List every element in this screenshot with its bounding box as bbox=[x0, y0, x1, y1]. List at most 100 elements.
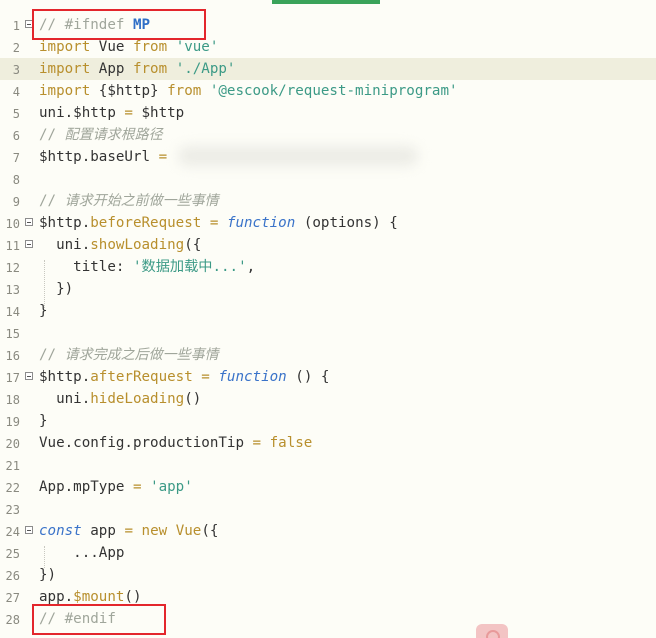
code-token: ({ bbox=[184, 237, 202, 253]
code-token: // bbox=[39, 127, 65, 143]
code-text: App.mpType = 'app' bbox=[39, 476, 193, 498]
code-text: }) bbox=[39, 564, 56, 586]
code-token: 配置请求根路径 bbox=[64, 127, 163, 143]
fold-collapse-icon[interactable] bbox=[25, 372, 33, 380]
code-token: $http. bbox=[39, 215, 91, 231]
code-line[interactable]: 22 App.mpType = 'app' bbox=[0, 476, 656, 498]
indent-guide bbox=[44, 260, 45, 308]
code-text: uni.hideLoading() bbox=[39, 388, 201, 410]
code-line[interactable]: 21 bbox=[0, 454, 656, 476]
code-text: const app = new Vue({ bbox=[39, 520, 218, 542]
code-token: hideLoading bbox=[90, 391, 185, 407]
code-line[interactable]: 18 uni.hideLoading() bbox=[0, 388, 656, 410]
redacted-url-region bbox=[178, 146, 418, 166]
code-line[interactable]: 15 bbox=[0, 322, 656, 344]
code-line[interactable]: 16 // 请求完成之后做一些事情 bbox=[0, 344, 656, 366]
code-line[interactable]: 4 import {$http} from '@escook/request-mi… bbox=[0, 80, 656, 102]
code-line[interactable]: 3 import App from './App' bbox=[0, 58, 656, 80]
code-token: '@escook/request-miniprogram' bbox=[209, 83, 458, 99]
line-number: 7 bbox=[12, 151, 20, 165]
code-editor[interactable]: 1// #ifndef MP 2 import Vue from 'vue' 3 imp… bbox=[0, 0, 656, 638]
line-number: 23 bbox=[5, 503, 20, 517]
code-line[interactable]: 17 $http.afterRequest = function () { bbox=[0, 366, 656, 388]
line-number: 3 bbox=[12, 63, 20, 77]
code-token: {$http} bbox=[90, 83, 168, 99]
code-line[interactable]: 9 // 请求开始之前做一些事情 bbox=[0, 190, 656, 212]
line-number: 2 bbox=[12, 41, 20, 55]
line-number: 11 bbox=[5, 239, 20, 253]
code-token: // bbox=[39, 193, 65, 209]
code-text: Vue.config.productionTip = false bbox=[39, 432, 312, 454]
code-line[interactable]: 14} bbox=[0, 300, 656, 322]
code-token: function bbox=[218, 369, 287, 385]
code-text: uni.showLoading({ bbox=[39, 234, 201, 256]
code-line[interactable]: 5 uni.$http = $http bbox=[0, 102, 656, 124]
line-number: 5 bbox=[12, 107, 20, 121]
fold-collapse-icon[interactable] bbox=[25, 240, 33, 248]
code-token: app bbox=[81, 523, 125, 539]
code-text: import App from './App' bbox=[39, 58, 235, 80]
code-text: $http.afterRequest = function () { bbox=[39, 366, 329, 388]
code-token: 'app' bbox=[150, 479, 193, 495]
code-text: // 配置请求根路径 bbox=[39, 124, 163, 146]
code-text: $http.baseUrl = bbox=[39, 146, 167, 168]
code-token: ...App bbox=[39, 545, 125, 561]
code-token: = bbox=[252, 435, 262, 451]
code-text: import {$http} from '@escook/request-min… bbox=[39, 80, 458, 102]
fold-collapse-icon[interactable] bbox=[25, 218, 33, 226]
floating-widget-icon[interactable] bbox=[476, 624, 508, 638]
code-token: Vue bbox=[175, 523, 202, 539]
code-text: // 请求开始之前做一些事情 bbox=[39, 190, 219, 212]
line-number: 8 bbox=[12, 173, 20, 187]
code-line[interactable]: 24 const app = new Vue({ bbox=[0, 520, 656, 542]
code-line[interactable]: 8 bbox=[0, 168, 656, 190]
line-number: 16 bbox=[5, 349, 20, 363]
code-token: showLoading bbox=[90, 237, 185, 253]
code-text: title: '数据加载中...', bbox=[39, 256, 255, 278]
line-number: 28 bbox=[5, 613, 20, 627]
code-token: = bbox=[158, 149, 168, 165]
code-token: '数据加载中...' bbox=[132, 259, 247, 275]
code-line[interactable]: 13 }) bbox=[0, 278, 656, 300]
line-number: 9 bbox=[12, 195, 20, 209]
line-number: 13 bbox=[5, 283, 20, 297]
line-number: 18 bbox=[5, 393, 20, 407]
code-token: App bbox=[90, 61, 133, 77]
code-line[interactable]: 11 uni.showLoading({ bbox=[0, 234, 656, 256]
code-token: uni. bbox=[39, 391, 91, 407]
code-line[interactable]: 25 ...App bbox=[0, 542, 656, 564]
code-line[interactable]: 12 title: '数据加载中...', bbox=[0, 256, 656, 278]
annotation-box-endif bbox=[32, 604, 166, 635]
fold-collapse-icon[interactable] bbox=[25, 526, 33, 534]
line-number: 26 bbox=[5, 569, 20, 583]
code-text: ...App bbox=[39, 542, 124, 564]
code-token: Vue.config.productionTip bbox=[39, 435, 253, 451]
code-token: } bbox=[39, 413, 48, 429]
line-number: 21 bbox=[5, 459, 20, 473]
code-token: (options) { bbox=[295, 215, 398, 231]
code-line[interactable]: 10 $http.beforeRequest = function (option… bbox=[0, 212, 656, 234]
code-token: beforeRequest bbox=[90, 215, 202, 231]
annotation-box-ifndef bbox=[32, 9, 206, 40]
code-token: from bbox=[167, 83, 202, 99]
code-line[interactable]: 26}) bbox=[0, 564, 656, 586]
line-number: 14 bbox=[5, 305, 20, 319]
code-line[interactable]: 6 // 配置请求根路径 bbox=[0, 124, 656, 146]
code-line[interactable]: 20 Vue.config.productionTip = false bbox=[0, 432, 656, 454]
code-token: import bbox=[39, 61, 91, 77]
code-line[interactable]: 19} bbox=[0, 410, 656, 432]
line-number: 10 bbox=[5, 217, 20, 231]
code-token: import bbox=[39, 83, 91, 99]
code-token: import bbox=[39, 39, 91, 55]
line-number: 15 bbox=[5, 327, 20, 341]
active-tab-indicator bbox=[272, 0, 380, 4]
code-token: uni. bbox=[39, 237, 91, 253]
code-line[interactable]: 23 bbox=[0, 498, 656, 520]
line-number: 19 bbox=[5, 415, 20, 429]
